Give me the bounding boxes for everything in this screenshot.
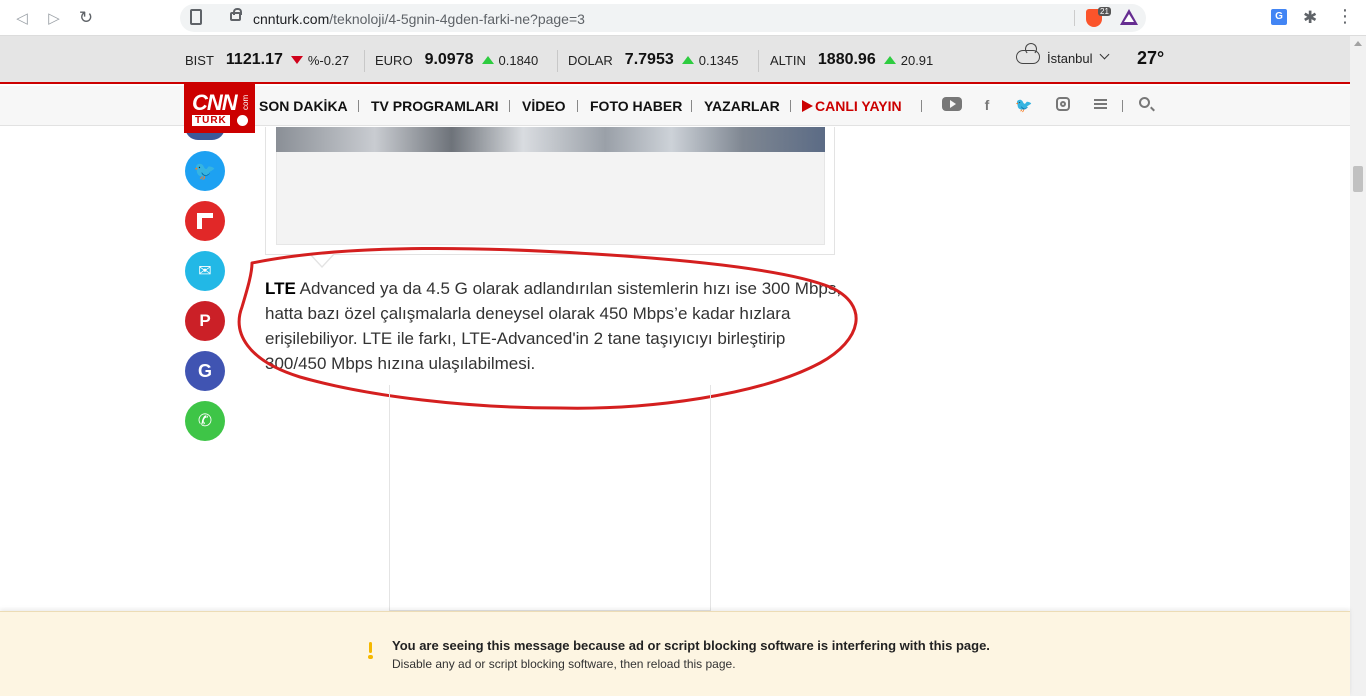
scrollbar-thumb[interactable] [1353,166,1363,192]
whatsapp-icon: ✆ [197,411,213,430]
share-flipboard[interactable] [185,201,225,241]
article-image[interactable] [276,127,825,152]
pinterest-icon: P [199,311,211,330]
nav-canli-yayin[interactable]: CANLI YAYIN [802,98,902,114]
address-bar[interactable]: cnnturk.com/teknoloji/4-5gnin-4gden-fark… [180,4,1146,32]
share-email[interactable]: ✉ [185,251,225,291]
play-icon [802,100,813,112]
adblock-notice: You are seeing this message because ad o… [0,611,1350,696]
twitter-icon: 🐦 [193,160,217,181]
youtube-icon[interactable] [942,97,962,111]
page-scrollbar[interactable] [1350,36,1366,696]
menu-icon[interactable] [1094,99,1107,109]
article-image-card [265,127,835,255]
nav-son-dakika[interactable]: SON DAKİKA [259,98,348,114]
ticker-euro[interactable]: EURO 9.0978 0.1840 [375,51,538,69]
browser-toolbar: ◁ ▷ ↻ cnnturk.com/teknoloji/4-5gnin-4gde… [0,0,1366,36]
cnnturk-logo[interactable]: CNN TÜRK com [184,84,255,133]
search-icon[interactable] [1139,97,1150,108]
bookmark-icon[interactable] [190,9,202,25]
back-button[interactable]: ◁ [11,7,33,29]
nav-yazarlar[interactable]: YAZARLAR [704,98,780,114]
facebook-icon[interactable]: f [977,96,997,114]
forward-button[interactable]: ▷ [43,7,65,29]
weather-temperature: 27° [1137,48,1165,68]
twitter-icon[interactable]: 🐦 [1014,96,1034,114]
scroll-up-arrow-icon[interactable] [1354,41,1362,46]
email-icon: ✉ [198,263,212,280]
google-icon: G [197,360,212,381]
url-text[interactable]: cnnturk.com/teknoloji/4-5gnin-4gden-fark… [253,11,585,27]
down-arrow-icon [290,56,303,64]
brave-shield-count: 21 [1098,7,1111,16]
up-arrow-icon [883,56,896,64]
nav-video[interactable]: VİDEO [522,98,566,114]
up-arrow-icon [681,56,694,64]
instagram-icon[interactable] [1056,97,1070,111]
share-pinterest[interactable]: P [185,301,225,341]
browser-menu-icon[interactable]: ⋮ [1336,7,1354,25]
reload-button[interactable]: ↻ [75,7,97,29]
ticker-altin[interactable]: ALTIN 1880.96 20.91 [770,51,933,69]
up-arrow-icon [481,56,494,64]
translate-extension-icon[interactable]: G [1271,9,1287,25]
warning-icon [368,642,376,659]
share-twitter[interactable]: 🐦 [185,151,225,191]
nav-foto-haber[interactable]: FOTO HABER [590,98,682,114]
ticker-bist[interactable]: BIST 1121.17 %-0.27 [185,51,349,69]
flipboard-icon [197,213,213,229]
adblock-notice-title: You are seeing this message because ad o… [392,638,990,653]
extensions-puzzle-icon[interactable]: ✱ [1303,8,1317,28]
adblock-notice-instruction: Disable any ad or script blocking softwa… [392,657,736,671]
ticker-dolar[interactable]: DOLAR 7.7953 0.1345 [568,51,739,69]
ad-placeholder [389,385,711,611]
lock-icon[interactable] [230,8,242,21]
share-google[interactable]: G [185,351,225,391]
brave-rewards-icon[interactable] [1120,9,1138,25]
cloud-icon [1016,43,1040,64]
weather-city-select[interactable]: İstanbul [1047,51,1093,66]
share-whatsapp[interactable]: ✆ [185,401,225,441]
nav-tv-programlari[interactable]: TV PROGRAMLARI [371,98,499,114]
